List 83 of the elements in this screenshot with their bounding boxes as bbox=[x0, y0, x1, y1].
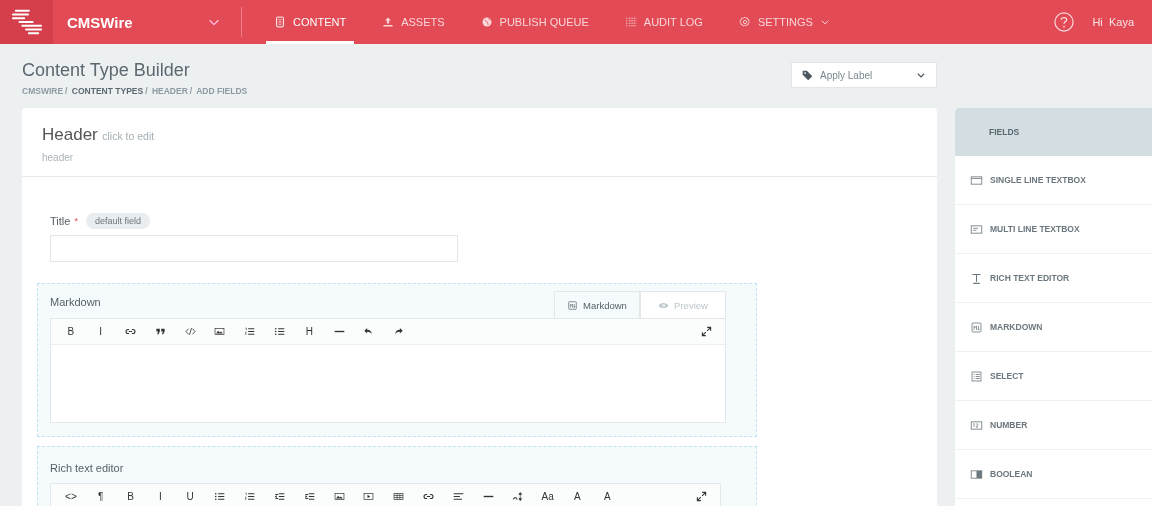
format-button[interactable]: I bbox=[85, 319, 116, 344]
upload-icon bbox=[382, 16, 395, 28]
select-list-icon bbox=[970, 369, 983, 383]
numbered-list-icon bbox=[244, 326, 256, 337]
expand-icon bbox=[700, 326, 712, 337]
breadcrumb-link[interactable]: HEADER bbox=[151, 86, 188, 96]
expand-icon bbox=[695, 491, 707, 502]
brand-name: CMSWire bbox=[67, 13, 134, 31]
list-icon bbox=[624, 16, 637, 28]
table-icon bbox=[393, 491, 405, 502]
user-greeting[interactable]: Hi Kaya bbox=[1092, 16, 1134, 28]
breadcrumb-separator: / bbox=[189, 86, 193, 96]
title-input[interactable] bbox=[50, 235, 458, 262]
field-label: Markdown bbox=[50, 296, 101, 308]
editor-tab[interactable]: Markdown bbox=[554, 291, 640, 318]
tag-icon bbox=[802, 69, 813, 81]
globe-icon bbox=[480, 16, 493, 28]
align-left-icon bbox=[452, 491, 464, 502]
content-type-uid: header bbox=[42, 152, 75, 163]
breadcrumb-link[interactable]: CONTENT TYPES bbox=[71, 86, 144, 96]
breadcrumb-link[interactable]: CMSWIRE bbox=[22, 86, 64, 96]
help-icon[interactable] bbox=[1054, 12, 1075, 32]
breadcrumb-link[interactable]: ADD FIELDS bbox=[196, 86, 248, 96]
bullet-list-icon bbox=[214, 491, 226, 502]
format-button[interactable]: A bbox=[562, 484, 593, 506]
chevron-down-icon bbox=[819, 17, 830, 27]
quote-icon bbox=[154, 326, 166, 337]
text-cursor-icon bbox=[970, 271, 983, 285]
content-type-name[interactable]: Header bbox=[42, 125, 98, 144]
format-button[interactable]: A bbox=[592, 484, 623, 506]
format-button[interactable]: ¶ bbox=[85, 484, 116, 506]
format-button[interactable]: U bbox=[175, 484, 205, 506]
document-icon bbox=[274, 16, 286, 28]
number-icon bbox=[970, 418, 983, 432]
indent-icon bbox=[303, 491, 315, 502]
markdown-icon bbox=[970, 320, 983, 334]
breadcrumb-separator: / bbox=[65, 86, 68, 96]
logo-icon bbox=[9, 8, 44, 36]
required-mark: * bbox=[74, 216, 78, 226]
outdent-icon bbox=[273, 491, 285, 502]
field-type-item[interactable]: SINGLE LINE TEXTBOX bbox=[955, 156, 1152, 205]
bullet-list-icon bbox=[273, 326, 285, 337]
field-label: Title bbox=[50, 215, 71, 227]
nav-tab[interactable]: ASSETS bbox=[374, 0, 453, 44]
nav-tab[interactable]: PUBLISH QUEUE bbox=[472, 0, 597, 44]
image-icon bbox=[214, 326, 226, 337]
chevron-down-icon bbox=[916, 70, 926, 80]
field-label: Rich text editor bbox=[50, 462, 124, 474]
logo-tile[interactable] bbox=[0, 0, 53, 44]
image-icon bbox=[333, 491, 345, 502]
format-button[interactable]: B bbox=[56, 319, 86, 344]
toggle-icon bbox=[970, 467, 983, 481]
redo-icon bbox=[393, 326, 405, 337]
textbox-icon bbox=[970, 173, 983, 187]
format-button[interactable]: B bbox=[115, 484, 146, 506]
nav-tab[interactable]: SETTINGS bbox=[730, 0, 838, 44]
format-button[interactable]: Aa bbox=[532, 484, 563, 506]
breadcrumb-separator: / bbox=[145, 86, 148, 96]
format-button[interactable]: H bbox=[294, 319, 325, 344]
field-type-item[interactable]: BOOLEAN bbox=[955, 450, 1152, 499]
apply-label-dropdown[interactable]: Apply Label bbox=[791, 62, 937, 88]
format-button[interactable]: I bbox=[145, 484, 176, 506]
video-icon bbox=[363, 491, 375, 502]
format-button[interactable]: <> bbox=[56, 484, 86, 506]
field-type-item[interactable]: RICH TEXT EDITOR bbox=[955, 254, 1152, 303]
numbered-list-icon bbox=[244, 491, 256, 502]
nav-tab[interactable]: CONTENT bbox=[266, 0, 355, 44]
sidebar-title: FIELDS bbox=[989, 127, 1020, 137]
field-type-item[interactable]: MARKDOWN bbox=[955, 303, 1152, 352]
code-icon bbox=[184, 326, 196, 337]
link-icon bbox=[125, 326, 136, 337]
field-type-item[interactable]: NUMBER bbox=[955, 401, 1152, 450]
default-field-badge: default field bbox=[85, 213, 150, 229]
page-title: Content Type Builder bbox=[22, 60, 191, 81]
field-type-item[interactable]: SELECT bbox=[955, 352, 1152, 401]
undo-icon bbox=[363, 326, 375, 337]
field-type-item[interactable]: MULTI LINE TEXTBOX bbox=[955, 205, 1152, 254]
font-size-icon bbox=[512, 491, 524, 502]
markdown-icon bbox=[567, 299, 579, 311]
nav-tab[interactable]: AUDIT LOG bbox=[616, 0, 711, 44]
textarea-icon bbox=[970, 222, 983, 236]
settings-icon bbox=[738, 16, 751, 28]
link-icon bbox=[422, 491, 434, 502]
